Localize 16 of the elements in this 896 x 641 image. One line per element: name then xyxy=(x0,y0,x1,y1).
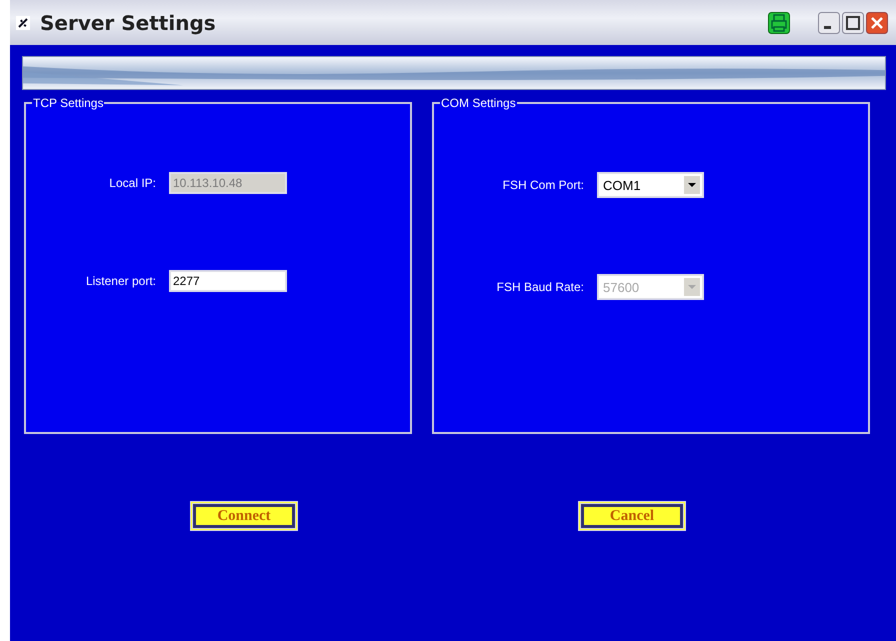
field-label: FSH Com Port: xyxy=(502,178,584,192)
field-label: FSH Baud Rate: xyxy=(496,280,584,294)
action-button[interactable]: Connect xyxy=(190,501,298,531)
printer-icon[interactable] xyxy=(768,12,790,34)
maximize-button[interactable] xyxy=(842,12,864,34)
field-label: Listener port: xyxy=(84,274,156,288)
field-label: Local IP: xyxy=(108,176,156,190)
window-title: Server Settings xyxy=(40,10,217,34)
group-title: TCP Settings xyxy=(32,96,104,110)
close-button[interactable] xyxy=(866,12,888,34)
group-title: COM Settings xyxy=(440,96,517,110)
minimize-button[interactable] xyxy=(818,12,840,34)
action-button[interactable]: Cancel xyxy=(578,501,686,531)
dropdown[interactable]: COM1 xyxy=(597,172,704,198)
app-icon xyxy=(16,16,30,30)
input-field[interactable]: 2277 xyxy=(169,270,287,292)
